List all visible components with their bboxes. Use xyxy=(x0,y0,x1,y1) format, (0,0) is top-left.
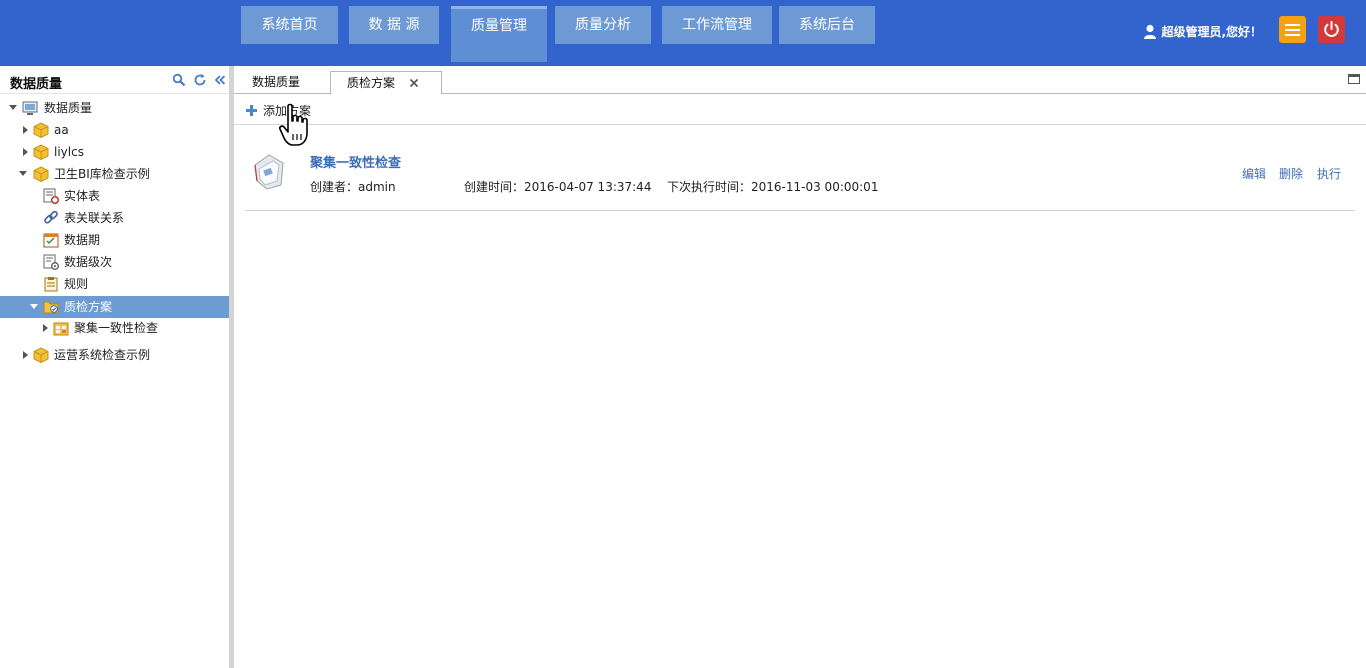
collapse-icon[interactable] xyxy=(213,73,227,87)
execute-link[interactable]: 执行 xyxy=(1317,165,1341,182)
menu-button[interactable] xyxy=(1279,16,1306,43)
search-icon[interactable] xyxy=(172,73,186,87)
plus-icon xyxy=(246,105,257,116)
calendar-icon xyxy=(43,233,59,248)
tree-node-table-relations[interactable]: 表关联关系 xyxy=(0,207,229,229)
cube-icon xyxy=(33,166,49,182)
tree-node-ops-system[interactable]: 运营系统检查示例 xyxy=(0,344,229,366)
edit-link[interactable]: 编辑 xyxy=(1242,165,1266,182)
tree-node-data-level[interactable]: 数据级次 xyxy=(0,251,229,273)
tree-node-quality-plans[interactable]: 质检方案 xyxy=(0,296,229,318)
plan-next-run: 下次执行时间：2016-11-03 00:00:01 xyxy=(667,180,879,194)
main-panel: 数据质量 质检方案 添加方案 聚集一致性检查 创建者：admin 创建时间：20… xyxy=(234,66,1366,668)
maximize-icon[interactable] xyxy=(1348,74,1360,84)
tab-label: 数据质量 xyxy=(252,75,301,89)
delete-link[interactable]: 删除 xyxy=(1279,165,1303,182)
app-root: 系统首页 数 据 源 质量管理 质量分析 工作流管理 系统后台 超级管理员,您好… xyxy=(0,0,1366,668)
tree-label: 规则 xyxy=(64,277,89,291)
nav-quality-management[interactable]: 质量管理 xyxy=(451,6,547,62)
collapsed-arrow-icon[interactable] xyxy=(41,317,49,339)
sidebar-title: 数据质量 xyxy=(10,77,63,92)
nav-workflow[interactable]: 工作流管理 xyxy=(662,6,772,44)
top-header: 系统首页 数 据 源 质量管理 质量分析 工作流管理 系统后台 超级管理员,您好… xyxy=(0,0,1366,66)
tree-label: aa xyxy=(54,123,69,137)
tree-node-liylcs[interactable]: liylcs xyxy=(0,141,229,163)
tree-label: 运营系统检查示例 xyxy=(54,348,151,362)
tree-node-data-quality[interactable]: 数据质量 xyxy=(0,97,229,119)
cube-icon xyxy=(33,347,49,363)
tree-node-rules[interactable]: 规则 xyxy=(0,273,229,295)
expand-arrow-icon[interactable] xyxy=(30,296,38,318)
plan-item-icon xyxy=(53,322,69,336)
add-plan-button[interactable]: 添加方案 xyxy=(246,102,311,119)
cube-icon xyxy=(33,122,49,138)
plan-list-item: 聚集一致性检查 创建者：admin 创建时间：2016-04-07 13:37:… xyxy=(245,142,1355,211)
sidebar-header: 数据质量 xyxy=(0,66,229,94)
logout-button[interactable] xyxy=(1318,16,1345,43)
tab-quality-plans[interactable]: 质检方案 xyxy=(330,71,442,95)
monitor-icon xyxy=(22,101,38,115)
tree-label: 表关联关系 xyxy=(64,211,125,225)
nav-system-admin[interactable]: 系统后台 xyxy=(779,6,875,44)
tree-label: 聚集一致性检查 xyxy=(74,321,159,335)
sidebar: 数据质量 数据质量 aa liylcs 卫生BI库检查示例 实体表 表关联关系 … xyxy=(0,66,229,668)
expand-arrow-icon[interactable] xyxy=(19,163,27,185)
tree-label: liylcs xyxy=(54,145,84,159)
plan-document-icon xyxy=(254,154,284,190)
power-icon xyxy=(1324,21,1339,37)
tree-node-aggregate-check[interactable]: 聚集一致性检查 xyxy=(0,317,229,339)
tree-label: 实体表 xyxy=(64,189,101,203)
tree-label: 质检方案 xyxy=(64,300,113,314)
plan-creator: 创建者：admin xyxy=(310,180,396,194)
level-icon xyxy=(43,254,59,270)
close-icon[interactable] xyxy=(409,78,419,88)
link-icon xyxy=(44,210,58,224)
user-greeting-area: 超级管理员,您好！ xyxy=(1143,21,1262,41)
tree-label: 数据质量 xyxy=(44,101,93,115)
plan-folder-icon xyxy=(43,301,59,314)
nav-datasource[interactable]: 数 据 源 xyxy=(349,6,439,44)
tab-label: 质检方案 xyxy=(347,76,396,90)
collapsed-arrow-icon[interactable] xyxy=(21,119,29,141)
refresh-icon[interactable] xyxy=(193,73,207,87)
tree-node-entity-table[interactable]: 实体表 xyxy=(0,185,229,207)
nav-home[interactable]: 系统首页 xyxy=(241,6,338,44)
tree-label: 数据期 xyxy=(64,233,101,247)
tab-bar: 数据质量 质检方案 xyxy=(234,66,1366,95)
user-greeting: 超级管理员,您好！ xyxy=(1161,24,1262,39)
tree-label: 卫生BI库检查示例 xyxy=(54,167,150,181)
tree-label: 数据级次 xyxy=(64,255,113,269)
tree-node-data-period[interactable]: 数据期 xyxy=(0,229,229,251)
tab-data-quality[interactable]: 数据质量 xyxy=(252,71,300,94)
cube-icon xyxy=(33,144,49,160)
toolbar: 添加方案 xyxy=(234,95,1366,125)
add-plan-label: 添加方案 xyxy=(263,104,312,118)
collapsed-arrow-icon[interactable] xyxy=(21,344,29,366)
entity-table-icon xyxy=(43,188,59,204)
tree-node-health-bi[interactable]: 卫生BI库检查示例 xyxy=(0,163,229,185)
nav-quality-analysis[interactable]: 质量分析 xyxy=(555,6,651,44)
collapsed-arrow-icon[interactable] xyxy=(21,141,29,163)
user-icon xyxy=(1144,24,1157,39)
expand-arrow-icon[interactable] xyxy=(9,97,17,119)
clipboard-icon xyxy=(44,277,58,292)
tree-node-aa[interactable]: aa xyxy=(0,119,229,141)
plan-title-link[interactable]: 聚集一致性检查 xyxy=(310,152,401,171)
plan-created-time: 创建时间：2016-04-07 13:37:44 xyxy=(464,180,652,194)
